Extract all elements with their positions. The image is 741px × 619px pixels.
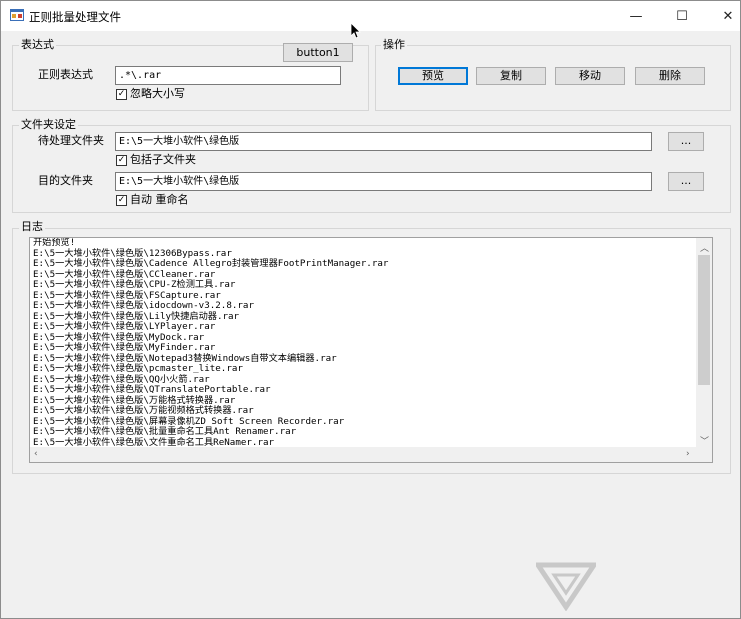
move-button[interactable]: 移动 xyxy=(555,67,625,85)
log-vertical-scrollbar[interactable]: ︿ ﹀ xyxy=(696,238,712,448)
source-folder-label: 待处理文件夹 xyxy=(38,134,104,147)
log-line: E:\5一大堆小软件\绿色版\idocdown-v3.2.8.rar xyxy=(33,300,254,311)
log-line: E:\5一大堆小软件\绿色版\CPU-Z检测工具.rar xyxy=(33,279,236,290)
mouse-cursor-icon xyxy=(351,23,361,39)
log-line: E:\5一大堆小软件\绿色版\批量重命名工具Ant Renamer.rar xyxy=(33,426,297,437)
title-bar[interactable]: 正则批量处理文件 — ☐ ✕ xyxy=(1,1,740,31)
regex-label: 正则表达式 xyxy=(38,68,93,81)
close-glyph: ✕ xyxy=(722,8,734,24)
copy-button[interactable]: 复制 xyxy=(476,67,546,85)
maximize-icon[interactable]: ☐ xyxy=(659,1,705,31)
watermark-logo-icon xyxy=(536,562,596,611)
maximize-glyph: ☐ xyxy=(676,8,688,24)
target-folder-input[interactable]: E:\5一大堆小软件\绿色版 xyxy=(115,172,652,191)
main-window: 正则批量处理文件 — ☐ ✕ 表达式 button1 正则表达式 .*\.rar… xyxy=(0,0,741,619)
scroll-right-icon[interactable]: › xyxy=(686,449,690,459)
checkbox-check-icon: ✓ xyxy=(116,194,127,206)
folder-group-title: 文件夹设定 xyxy=(19,118,78,132)
log-lines: 开始预览! E:\5一大堆小软件\绿色版\12306Bypass.rar E:\5一… xyxy=(33,238,693,448)
regex-input[interactable]: .*\.rar xyxy=(115,66,341,85)
log-line: E:\5一大堆小软件\绿色版\万能视频格式转换器.rar xyxy=(33,405,254,416)
delete-button[interactable]: 删除 xyxy=(635,67,705,85)
browse-target-button[interactable]: ... xyxy=(668,172,704,191)
close-icon[interactable]: ✕ xyxy=(705,1,741,31)
preview-button[interactable]: 预览 xyxy=(398,67,468,85)
log-line: E:\5一大堆小软件\绿色版\Cadence Allegro封装管理器FootP… xyxy=(33,258,389,269)
browse-source-button[interactable]: ... xyxy=(668,132,704,151)
button1-button[interactable]: button1 xyxy=(283,43,353,62)
log-vertical-scroll-thumb[interactable] xyxy=(698,255,710,385)
expression-group-title: 表达式 xyxy=(19,38,56,52)
log-textarea[interactable]: 开始预览! E:\5一大堆小软件\绿色版\12306Bypass.rar E:\5一… xyxy=(29,237,713,463)
include-subfolders-label: 包括子文件夹 xyxy=(130,153,196,166)
ignore-case-label: 忽略大小写 xyxy=(130,87,185,100)
log-line: E:\5一大堆小软件\绿色版\MyFinder.rar xyxy=(33,342,216,353)
log-group-title: 日志 xyxy=(19,220,45,234)
target-folder-label: 目的文件夹 xyxy=(38,174,93,187)
include-subfolders-checkbox[interactable]: ✓ 包括子文件夹 xyxy=(116,153,196,167)
window-title: 正则批量处理文件 xyxy=(29,10,121,24)
ignore-case-checkbox[interactable]: ✓ 忽略大小写 xyxy=(116,87,185,101)
auto-rename-checkbox[interactable]: ✓ 自动 重命名 xyxy=(116,193,189,207)
log-line: E:\5一大堆小软件\绿色版\LYPlayer.rar xyxy=(33,321,216,332)
log-line: 开始预览! xyxy=(33,237,76,248)
minimize-icon[interactable]: — xyxy=(613,1,659,31)
minimize-glyph: — xyxy=(629,8,643,24)
log-line: E:\5一大堆小软件\绿色版\pcmaster_lite.rar xyxy=(33,363,243,374)
app-icon xyxy=(10,9,24,21)
scroll-up-icon[interactable]: ︿ xyxy=(700,241,709,254)
source-folder-input[interactable]: E:\5一大堆小软件\绿色版 xyxy=(115,132,652,151)
log-line: E:\5一大堆小软件\绿色版\QTranslatePortable.rar xyxy=(33,384,271,395)
operations-group-title: 操作 xyxy=(381,38,407,52)
checkbox-check-icon: ✓ xyxy=(116,88,127,100)
checkbox-check-icon: ✓ xyxy=(116,154,127,166)
auto-rename-label: 自动 重命名 xyxy=(130,193,189,206)
scroll-left-icon[interactable]: ‹ xyxy=(34,449,38,459)
log-horizontal-scrollbar[interactable]: ‹ › xyxy=(30,447,712,462)
scroll-down-icon[interactable]: ﹀ xyxy=(700,434,709,447)
